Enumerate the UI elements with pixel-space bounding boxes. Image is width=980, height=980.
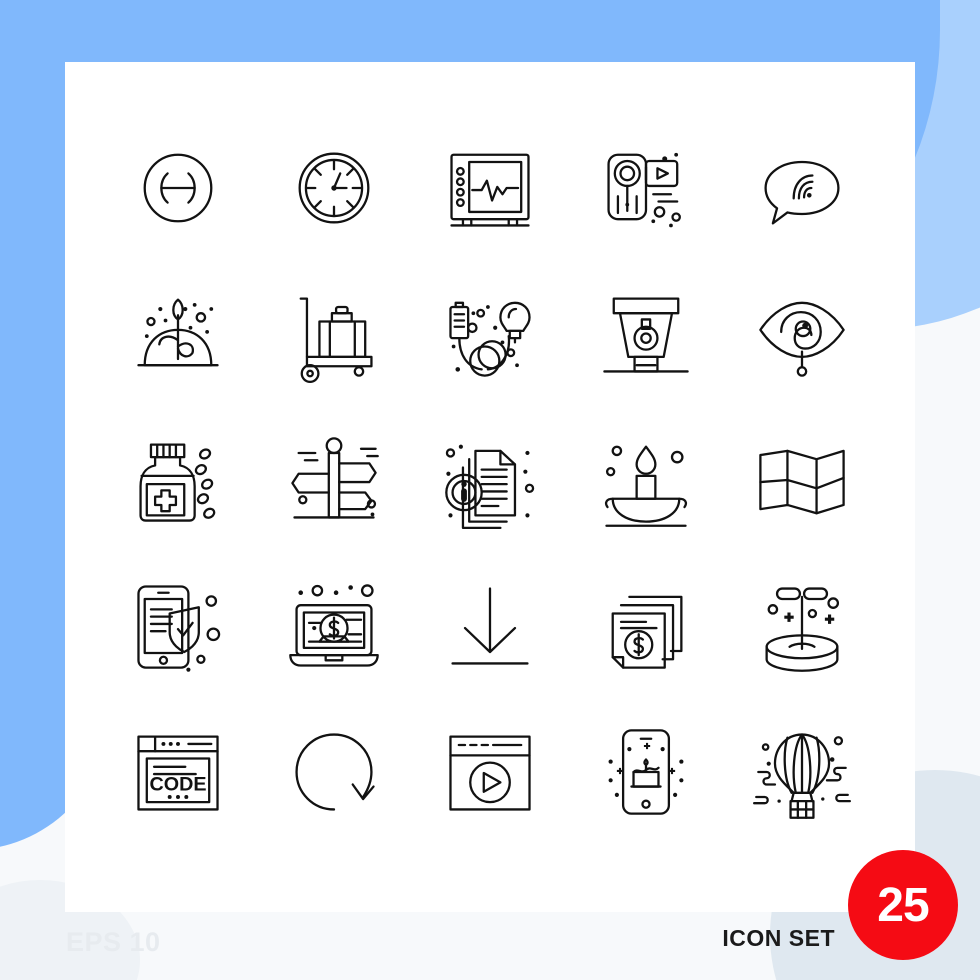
icon-count-badge: 25 — [848, 850, 958, 960]
icon-cell-video-camcorder[interactable] — [568, 115, 724, 261]
flashlight-torch-icon — [603, 297, 689, 373]
icon-set-label: ICON SET — [722, 925, 835, 951]
icon-cell-laptop-dollar-payment[interactable] — [256, 553, 412, 699]
icon-cell-mobile-birthday-cake[interactable] — [568, 699, 724, 845]
icon-cell-propeller-platform[interactable] — [724, 553, 880, 699]
laptop-dollar-payment-icon — [289, 584, 379, 667]
icon-cell-download-arrow[interactable] — [412, 553, 568, 699]
icon-cell-dollar-documents[interactable] — [568, 553, 724, 699]
direction-signpost-icon — [291, 437, 379, 519]
icon-set-poster: CODE EPS 10 ICON SET 25 — [0, 0, 980, 980]
refresh-circle-arrow-icon — [295, 733, 375, 811]
chat-bubble-signal-icon — [764, 160, 840, 225]
eye-teardrop-icon — [759, 301, 845, 377]
dollar-documents-icon — [611, 595, 683, 669]
luggage-trolley-icon — [299, 297, 373, 383]
eps-version-label: EPS 10 — [66, 927, 161, 957]
code-browser-window-icon: CODE — [137, 735, 219, 811]
icon-cell-mobile-security-shield[interactable] — [100, 553, 256, 699]
mobile-birthday-cake-icon — [608, 729, 684, 815]
folded-map-icon — [759, 449, 845, 515]
icon-cell-medicine-bottle-pills[interactable] — [100, 407, 256, 553]
mobile-security-shield-icon — [137, 585, 221, 672]
icon-cell-info-documents[interactable] — [412, 407, 568, 553]
icon-cell-code-browser-window[interactable]: CODE — [100, 699, 256, 845]
icon-cell-video-player-window[interactable] — [412, 699, 568, 845]
icon-cell-wall-clock[interactable] — [256, 115, 412, 261]
heart-rate-monitor-icon — [450, 153, 530, 227]
icon-cell-heart-rate-monitor[interactable] — [412, 115, 568, 261]
wall-clock-icon — [298, 152, 370, 224]
icon-cell-candle-holder[interactable] — [568, 407, 724, 553]
icon-grid: CODE — [100, 115, 880, 845]
download-arrow-icon — [451, 587, 529, 665]
icon-cell-refresh-circle-arrow[interactable] — [256, 699, 412, 845]
icon-cell-folded-map[interactable] — [724, 407, 880, 553]
icon-cell-flashlight-torch[interactable] — [568, 261, 724, 407]
icon-cell-chat-bubble-signal[interactable] — [724, 115, 880, 261]
video-player-window-icon — [449, 735, 531, 811]
battery-bulb-circuit-icon — [449, 301, 531, 377]
code-text: CODE — [149, 774, 206, 796]
video-camcorder-icon — [607, 152, 681, 228]
propeller-platform-icon — [765, 587, 840, 672]
info-documents-icon — [445, 444, 535, 529]
icon-cell-pisces-zodiac-circle[interactable] — [100, 115, 256, 261]
icon-cell-luggage-trolley[interactable] — [256, 261, 412, 407]
icon-cell-direction-signpost[interactable] — [256, 407, 412, 553]
icon-cell-battery-bulb-circuit[interactable] — [412, 261, 568, 407]
hot-air-balloon-icon — [753, 733, 851, 819]
candle-holder-icon — [604, 445, 688, 527]
icon-cell-sprout-growth[interactable] — [100, 261, 256, 407]
medicine-bottle-pills-icon — [139, 443, 216, 522]
icon-cell-eye-teardrop[interactable] — [724, 261, 880, 407]
sprout-growth-icon — [137, 298, 219, 367]
pisces-zodiac-circle-icon — [143, 153, 213, 223]
icon-cell-hot-air-balloon[interactable] — [724, 699, 880, 845]
